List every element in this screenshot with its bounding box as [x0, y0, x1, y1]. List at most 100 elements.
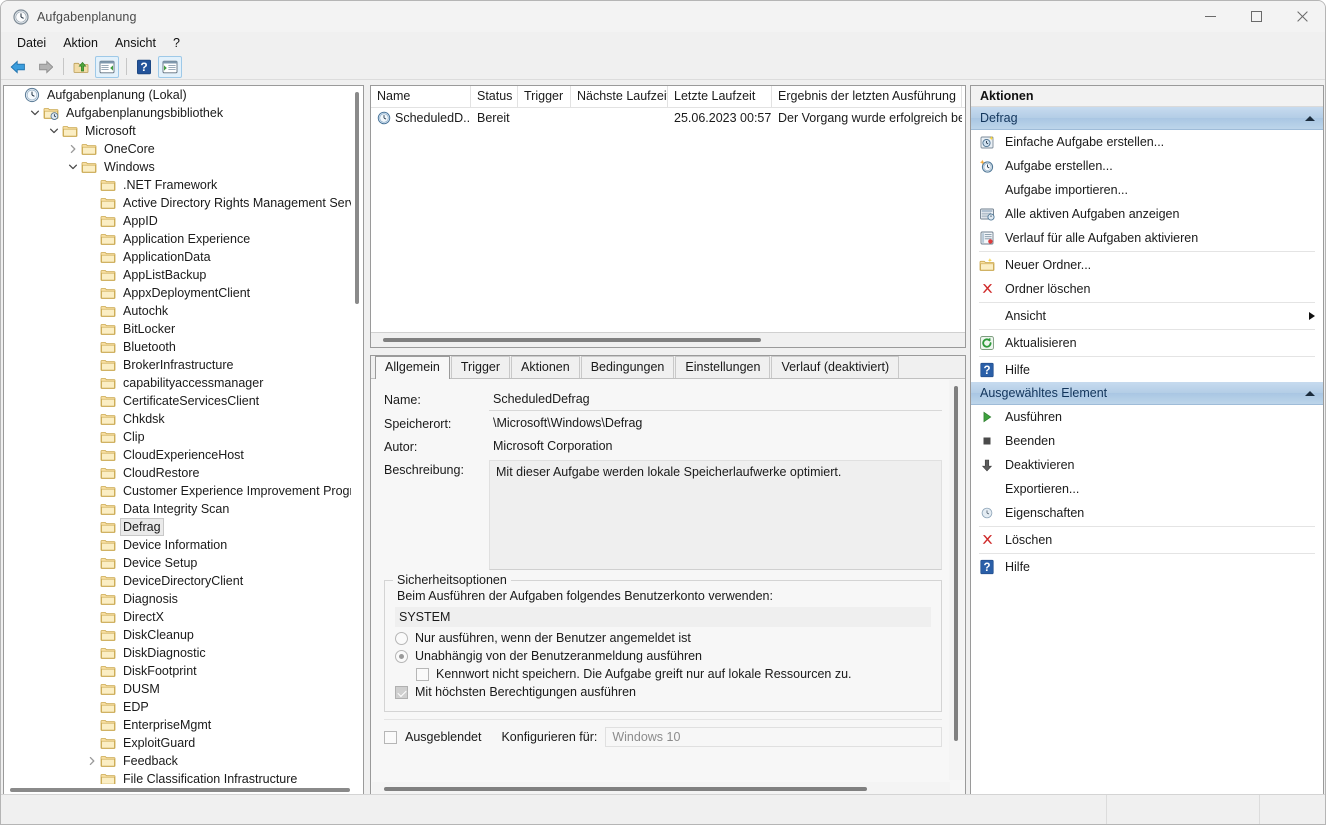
help-button[interactable]: ? — [132, 56, 156, 78]
menu-aktion[interactable]: Aktion — [55, 34, 106, 52]
tab-einstellungen[interactable]: Einstellungen — [675, 356, 771, 378]
tree-item-autochk[interactable]: Autochk — [4, 302, 363, 320]
task-list-column-header[interactable]: Nächste Laufzeit — [571, 86, 668, 107]
tree-item-brokerinfrastructure[interactable]: BrokerInfrastructure — [4, 356, 363, 374]
tree-item-onecore[interactable]: OneCore — [4, 140, 363, 158]
action-item-einfache-aufgabe-erstellen[interactable]: Einfache Aufgabe erstellen... — [971, 130, 1323, 154]
menu-datei[interactable]: Datei — [9, 34, 54, 52]
user-account-value[interactable]: SYSTEM — [395, 607, 931, 627]
back-button[interactable] — [6, 56, 30, 78]
tree-item-device-setup[interactable]: Device Setup — [4, 554, 363, 572]
radio-run-only-when-logged-on[interactable]: Nur ausführen, wenn der Benutzer angemel… — [395, 631, 931, 645]
tree-item-aufgabenplanungsbibliothek[interactable]: Aufgabenplanungsbibliothek — [4, 104, 363, 122]
name-field[interactable]: ScheduledDefrag — [489, 390, 942, 411]
tree-item-devicedirectoryclient[interactable]: DeviceDirectoryClient — [4, 572, 363, 590]
checkbox-hidden-indicator[interactable] — [384, 730, 397, 744]
detail-vertical-scrollbar[interactable] — [949, 380, 964, 780]
chevron-down-icon[interactable] — [46, 123, 62, 139]
action-item-aufgabe-importieren[interactable]: Aufgabe importieren... — [971, 178, 1323, 202]
menu-help[interactable]: ? — [165, 34, 188, 52]
radio-run-independent[interactable]: Unabhängig von der Benutzeranmeldung aus… — [395, 649, 931, 663]
description-field[interactable]: Mit dieser Aufgabe werden lokale Speiche… — [489, 460, 942, 570]
task-list-horizontal-scrollbar[interactable] — [371, 332, 965, 347]
detail-horizontal-scrollbar-thumb[interactable] — [384, 787, 867, 791]
tree-item-bitlocker[interactable]: BitLocker — [4, 320, 363, 338]
action-item-aktualisieren[interactable]: Aktualisieren — [971, 331, 1323, 355]
task-list-row[interactable]: ScheduledD... Bereit 25.06.2023 00:57:07 De… — [371, 108, 965, 128]
task-list-column-header[interactable]: Trigger — [518, 86, 571, 107]
tree-item-active-directory-rights-management-services[interactable]: Active Directory Rights Management Servi… — [4, 194, 363, 212]
checkbox-run-highest-privileges[interactable]: Mit höchsten Berechtigungen ausführen — [395, 685, 931, 699]
tree-item-exploitguard[interactable]: ExploitGuard — [4, 734, 363, 752]
tree-item-feedback[interactable]: Feedback — [4, 752, 363, 770]
configure-for-select[interactable]: Windows 10 — [605, 727, 942, 747]
tree-item-microsoft[interactable]: Microsoft — [4, 122, 363, 140]
tree-item-data-integrity-scan[interactable]: Data Integrity Scan — [4, 500, 363, 518]
tree-item-enterprisemgmt[interactable]: EnterpriseMgmt — [4, 716, 363, 734]
action-item-deaktivieren[interactable]: Deaktivieren — [971, 453, 1323, 477]
tree-item-appid[interactable]: AppID — [4, 212, 363, 230]
tree-item-application-experience[interactable]: Application Experience — [4, 230, 363, 248]
action-item-aufgabe-erstellen[interactable]: Aufgabe erstellen... — [971, 154, 1323, 178]
tree-item-applistbackup[interactable]: AppListBackup — [4, 266, 363, 284]
tree-item-defrag[interactable]: Defrag — [4, 518, 363, 536]
tree-item-device-information[interactable]: Device Information — [4, 536, 363, 554]
task-list-column-header[interactable]: Ergebnis der letzten Ausführung — [772, 86, 962, 107]
action-item-neuer-ordner[interactable]: Neuer Ordner... — [971, 253, 1323, 277]
action-item-ordner-löschen[interactable]: Ordner löschen — [971, 277, 1323, 301]
action-item-beenden[interactable]: Beenden — [971, 429, 1323, 453]
action-item-löschen[interactable]: Löschen — [971, 528, 1323, 552]
actions-group-selected-item-header[interactable]: Ausgewähltes Element — [971, 382, 1323, 405]
action-item-ansicht[interactable]: Ansicht — [971, 304, 1323, 328]
action-item-alle-aktiven-aufgaben-anzeigen[interactable]: Alle aktiven Aufgaben anzeigen — [971, 202, 1323, 226]
action-item-exportieren[interactable]: Exportieren... — [971, 477, 1323, 501]
action-item-verlauf-für-alle-aufgaben-aktivieren[interactable]: Verlauf für alle Aufgaben aktivieren — [971, 226, 1323, 250]
collapse-up-arrow-icon[interactable] — [1305, 115, 1315, 121]
tree-item-chkdsk[interactable]: Chkdsk — [4, 410, 363, 428]
tree-item-diskcleanup[interactable]: DiskCleanup — [4, 626, 363, 644]
tree-item-edp[interactable]: EDP — [4, 698, 363, 716]
tree-item-capabilityaccessmanager[interactable]: capabilityaccessmanager — [4, 374, 363, 392]
tree-item-directx[interactable]: DirectX — [4, 608, 363, 626]
tree-item-cloudexperiencehost[interactable]: CloudExperienceHost — [4, 446, 363, 464]
tree-vertical-scrollbar[interactable] — [351, 86, 363, 798]
up-folder-button[interactable] — [69, 56, 93, 78]
detail-vertical-scrollbar-thumb[interactable] — [954, 386, 958, 741]
show-action-pane-button[interactable] — [158, 55, 182, 78]
tree-item-bluetooth[interactable]: Bluetooth — [4, 338, 363, 356]
tree-item-applicationdata[interactable]: ApplicationData — [4, 248, 363, 266]
task-list-column-header[interactable]: Status — [471, 86, 518, 107]
action-item-hilfe[interactable]: ? Hilfe — [971, 555, 1323, 579]
tree-item-customer-experience-improvement-program[interactable]: Customer Experience Improvement Program — [4, 482, 363, 500]
checkbox-do-not-store-password[interactable]: Kennwort nicht speichern. Die Aufgabe gr… — [416, 667, 931, 681]
tab-verlauf-deaktiviert[interactable]: Verlauf (deaktiviert) — [771, 356, 900, 378]
chevron-right-icon[interactable] — [65, 141, 81, 157]
tab-aktionen[interactable]: Aktionen — [511, 356, 580, 378]
tree-vertical-scrollbar-thumb[interactable] — [355, 92, 359, 304]
task-list-column-header[interactable]: Letzte Laufzeit — [668, 86, 772, 107]
task-list-column-header[interactable]: Name — [371, 86, 471, 107]
action-item-hilfe[interactable]: ? Hilfe — [971, 358, 1323, 382]
tree-item-aufgabenplanung-lokal[interactable]: Aufgabenplanung (Lokal) — [4, 86, 363, 104]
minimize-button[interactable] — [1187, 1, 1233, 32]
forward-button[interactable] — [32, 56, 56, 78]
tab-trigger[interactable]: Trigger — [450, 356, 511, 378]
action-item-eigenschaften[interactable]: Eigenschaften — [971, 501, 1323, 525]
action-item-ausführen[interactable]: Ausführen — [971, 405, 1323, 429]
tree-item-diskdiagnostic[interactable]: DiskDiagnostic — [4, 644, 363, 662]
tree-item-appxdeploymentclient[interactable]: AppxDeploymentClient — [4, 284, 363, 302]
collapse-up-arrow-icon[interactable] — [1305, 390, 1315, 396]
close-button[interactable] — [1279, 1, 1325, 32]
chevron-down-icon[interactable] — [27, 105, 43, 121]
tree-scroll-area[interactable]: Aufgabenplanung (Lokal) Aufgabenplanungsb… — [4, 86, 363, 798]
actions-group-defrag-header[interactable]: Defrag — [971, 107, 1323, 130]
tree-item-net-framework[interactable]: .NET Framework — [4, 176, 363, 194]
tab-bedingungen[interactable]: Bedingungen — [580, 356, 675, 378]
task-list-horizontal-scrollbar-thumb[interactable] — [383, 338, 761, 342]
tree-item-diagnosis[interactable]: Diagnosis — [4, 590, 363, 608]
tree-item-certificateservicesclient[interactable]: CertificateServicesClient — [4, 392, 363, 410]
menu-ansicht[interactable]: Ansicht — [107, 34, 164, 52]
tree-item-dusm[interactable]: DUSM — [4, 680, 363, 698]
maximize-button[interactable] — [1233, 1, 1279, 32]
chevron-right-icon[interactable] — [84, 753, 100, 769]
